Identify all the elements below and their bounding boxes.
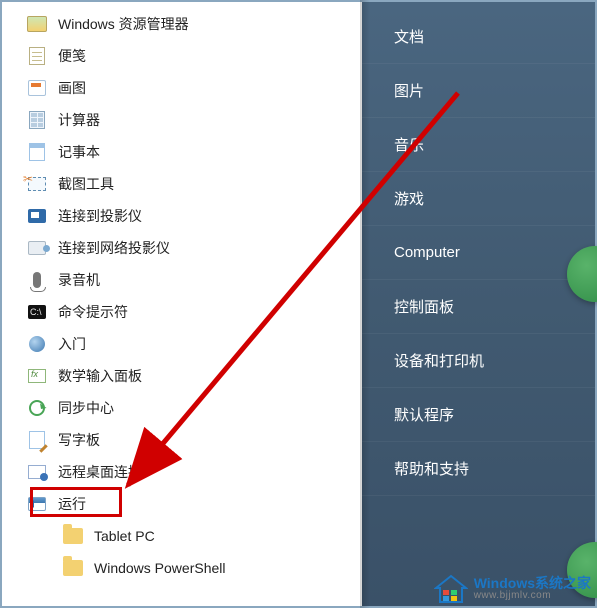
right-item-pictures[interactable]: 图片 (362, 64, 595, 118)
right-item-label: 游戏 (394, 188, 424, 209)
projector-icon (26, 205, 48, 227)
program-label: 运行 (58, 494, 86, 514)
program-label: 录音机 (58, 270, 100, 290)
program-powershell-folder[interactable]: Windows PowerShell (22, 552, 356, 584)
program-label: 记事本 (58, 142, 100, 162)
microphone-icon (26, 269, 48, 291)
start-menu: Windows 资源管理器便笺画图计算器记事本截图工具连接到投影仪连接到网络投影… (0, 0, 597, 608)
folder-icon (62, 557, 84, 579)
right-item-label: 默认程序 (394, 404, 454, 425)
program-label: 画图 (58, 78, 86, 98)
right-item-label: Computer (394, 244, 460, 261)
program-notepad[interactable]: 记事本 (22, 136, 356, 168)
program-calculator[interactable]: 计算器 (22, 104, 356, 136)
program-remote-desktop[interactable]: 远程桌面连接 (22, 456, 356, 488)
program-explorer[interactable]: Windows 资源管理器 (22, 8, 356, 40)
sync-icon (26, 397, 48, 419)
run-icon (26, 493, 48, 515)
start-orb-icon (26, 333, 48, 355)
right-item-label: 图片 (394, 80, 424, 101)
program-label: Windows 资源管理器 (58, 14, 189, 34)
program-command-prompt[interactable]: C:\ 命令提示符 (22, 296, 356, 328)
program-sync-center[interactable]: 同步中心 (22, 392, 356, 424)
right-item-label: 文档 (394, 26, 424, 47)
program-label: 远程桌面连接 (58, 462, 142, 482)
program-network-projector[interactable]: 连接到网络投影仪 (22, 232, 356, 264)
program-label: 便笺 (58, 46, 86, 66)
wordpad-icon (26, 429, 48, 451)
right-item-music[interactable]: 音乐 (362, 118, 595, 172)
program-label: 同步中心 (58, 398, 114, 418)
program-label: 写字板 (58, 430, 100, 450)
right-item-control-panel[interactable]: 控制面板 (362, 280, 595, 334)
right-item-computer[interactable]: Computer (362, 226, 595, 280)
program-connect-projector[interactable]: 连接到投影仪 (22, 200, 356, 232)
program-label: 截图工具 (58, 174, 114, 194)
program-paint[interactable]: 画图 (22, 72, 356, 104)
right-item-label: 控制面板 (394, 296, 454, 317)
remote-desktop-icon (26, 461, 48, 483)
right-item-devices[interactable]: 设备和打印机 (362, 334, 595, 388)
right-item-games[interactable]: 游戏 (362, 172, 595, 226)
math-input-icon (26, 365, 48, 387)
network-projector-icon (26, 237, 48, 259)
scissors-icon (26, 173, 48, 195)
program-sticky-notes[interactable]: 便笺 (22, 40, 356, 72)
right-item-label: 帮助和支持 (394, 458, 469, 479)
sticky-notes-icon (26, 45, 48, 67)
program-run[interactable]: 运行 (22, 488, 356, 520)
program-tablet-pc-folder[interactable]: Tablet PC (22, 520, 356, 552)
notepad-icon (26, 141, 48, 163)
program-label: 计算器 (58, 110, 100, 130)
program-math-input[interactable]: 数学输入面板 (22, 360, 356, 392)
program-label: 数学输入面板 (58, 366, 142, 386)
program-snipping-tool[interactable]: 截图工具 (22, 168, 356, 200)
watermark-title: Windows系统之家 (474, 576, 591, 591)
explorer-icon (26, 13, 48, 35)
right-item-documents[interactable]: 文档 (362, 10, 595, 64)
right-item-default-programs[interactable]: 默认程序 (362, 388, 595, 442)
right-item-help[interactable]: 帮助和支持 (362, 442, 595, 496)
start-menu-right-panel: 文档图片音乐游戏 Computer 控制面板设备和打印机默认程序帮助和支持 (362, 2, 595, 606)
program-label: 连接到投影仪 (58, 206, 142, 226)
program-sound-recorder[interactable]: 录音机 (22, 264, 356, 296)
program-label: 连接到网络投影仪 (58, 238, 170, 258)
program-getting-started[interactable]: 入门 (22, 328, 356, 360)
right-item-label: 设备和打印机 (394, 350, 484, 371)
program-label: Tablet PC (94, 528, 155, 544)
watermark: Windows系统之家 www.bjjmlv.com (434, 574, 591, 604)
all-programs-panel: Windows 资源管理器便笺画图计算器记事本截图工具连接到投影仪连接到网络投影… (2, 2, 362, 606)
calculator-icon (26, 109, 48, 131)
program-wordpad[interactable]: 写字板 (22, 424, 356, 456)
program-label: Windows PowerShell (94, 560, 226, 576)
right-item-label: 音乐 (394, 134, 424, 155)
cmd-icon: C:\ (26, 301, 48, 323)
program-label: 入门 (58, 334, 86, 354)
folder-icon (62, 525, 84, 547)
watermark-url: www.bjjmlv.com (474, 591, 591, 602)
watermark-logo-icon (434, 574, 468, 604)
program-label: 命令提示符 (58, 302, 128, 322)
paint-icon (26, 77, 48, 99)
